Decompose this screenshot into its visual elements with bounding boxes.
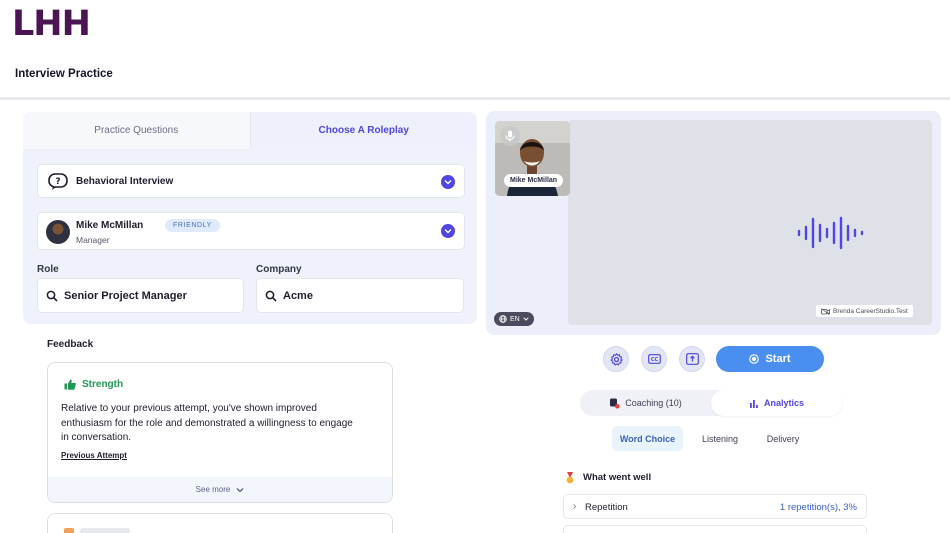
microphone-icon [505, 130, 515, 142]
feedback-text: Relative to your previous attempt, you'v… [61, 403, 353, 443]
growth-icon [64, 528, 74, 533]
closed-captions-icon: CC [647, 354, 661, 364]
svg-text:CC: CC [650, 357, 658, 363]
tab-analytics[interactable]: Analytics [711, 390, 842, 416]
interview-type-label: Behavioral Interview [76, 176, 174, 187]
went-well-heading: What went well [583, 472, 652, 483]
strength-card: Strength Relative to your previous attem… [47, 362, 393, 503]
start-button[interactable]: Start [716, 346, 824, 372]
repetition-row[interactable]: › Repetition 1 repetition(s), 3% [563, 494, 867, 519]
company-label: Company [256, 264, 302, 275]
lhh-logo[interactable]: LHH [12, 4, 91, 44]
page-title: Interview Practice [15, 68, 113, 80]
coaching-icon [610, 398, 620, 409]
bar-chart-icon [749, 399, 758, 408]
search-icon [46, 290, 58, 302]
share-screen-icon [685, 353, 699, 365]
app-header: LHH Interview Practice [0, 0, 950, 100]
subtab-listening[interactable]: Listening [692, 426, 748, 451]
see-more-label: See more [195, 485, 231, 494]
see-more-button[interactable]: See more [48, 477, 392, 502]
company-input[interactable]: Acme [256, 278, 464, 313]
language-selector[interactable]: EN [494, 312, 534, 326]
strength-label: Strength [82, 379, 124, 390]
self-camera-label: Brenda CareerStudio.Test [816, 305, 913, 317]
persona-role: Manager [76, 235, 110, 245]
video-stage [568, 120, 932, 325]
repetition-value: 1 repetition(s), 3% [779, 502, 857, 513]
repetition-label: Repetition [585, 502, 628, 513]
self-camera-name: Brenda CareerStudio.Test [833, 307, 908, 315]
tab-coaching[interactable]: Coaching (10) [580, 390, 711, 416]
persona-name: Mike McMillan [76, 220, 144, 231]
role-label: Role [37, 264, 59, 275]
start-label: Start [765, 353, 791, 365]
chevron-right-icon: › [573, 501, 577, 512]
participant-name-label: Mike McMillan [504, 174, 564, 187]
subtab-delivery[interactable]: Delivery [757, 426, 809, 451]
globe-icon [499, 315, 507, 323]
search-icon [265, 290, 277, 302]
captions-button[interactable]: CC [641, 346, 667, 372]
role-value: Senior Project Manager [64, 290, 187, 302]
chevron-down-icon [441, 175, 455, 189]
persona-mood-badge: FRIENDLY [165, 219, 220, 232]
coaching-analytics-toggle: Coaching (10) Analytics [580, 390, 842, 416]
role-input[interactable]: Senior Project Manager [37, 278, 244, 313]
thumbs-up-icon [64, 379, 76, 390]
medal-icon [566, 472, 574, 484]
persona-select[interactable]: Mike McMillan FRIENDLY Manager [37, 212, 465, 250]
chevron-down-icon [236, 487, 244, 492]
mode-tabs: Practice Questions Choose A Roleplay [23, 112, 477, 149]
avatar [46, 220, 70, 244]
growth-card [47, 513, 393, 533]
company-value: Acme [283, 290, 313, 302]
language-value: EN [510, 315, 520, 323]
previous-attempt-link[interactable]: Previous Attempt [61, 451, 127, 460]
feedback-title: Feedback [47, 339, 94, 350]
tab-practice-questions[interactable]: Practice Questions [23, 112, 251, 149]
growth-label-placeholder [80, 528, 130, 533]
tab-choose-roleplay[interactable]: Choose A Roleplay [250, 112, 477, 149]
settings-button[interactable] [603, 346, 629, 372]
strength-header: Strength [64, 379, 123, 390]
interview-type-select[interactable]: ? Behavioral Interview [37, 164, 465, 198]
tab-analytics-label: Analytics [763, 398, 805, 408]
chevron-down-icon [523, 317, 529, 321]
mic-muted-button[interactable] [500, 126, 520, 146]
subtab-word-choice[interactable]: Word Choice [612, 426, 683, 451]
analytics-row-next[interactable] [563, 525, 867, 533]
svg-text:?: ? [55, 177, 60, 187]
camera-off-icon [821, 307, 830, 315]
tab-coaching-label: Coaching (10) [625, 398, 682, 408]
audio-waveform-icon [797, 216, 864, 250]
share-screen-button[interactable] [679, 346, 705, 372]
gear-icon [610, 352, 623, 366]
record-icon [749, 354, 760, 364]
question-bubble-icon: ? [48, 173, 68, 190]
chevron-down-icon [441, 224, 455, 238]
